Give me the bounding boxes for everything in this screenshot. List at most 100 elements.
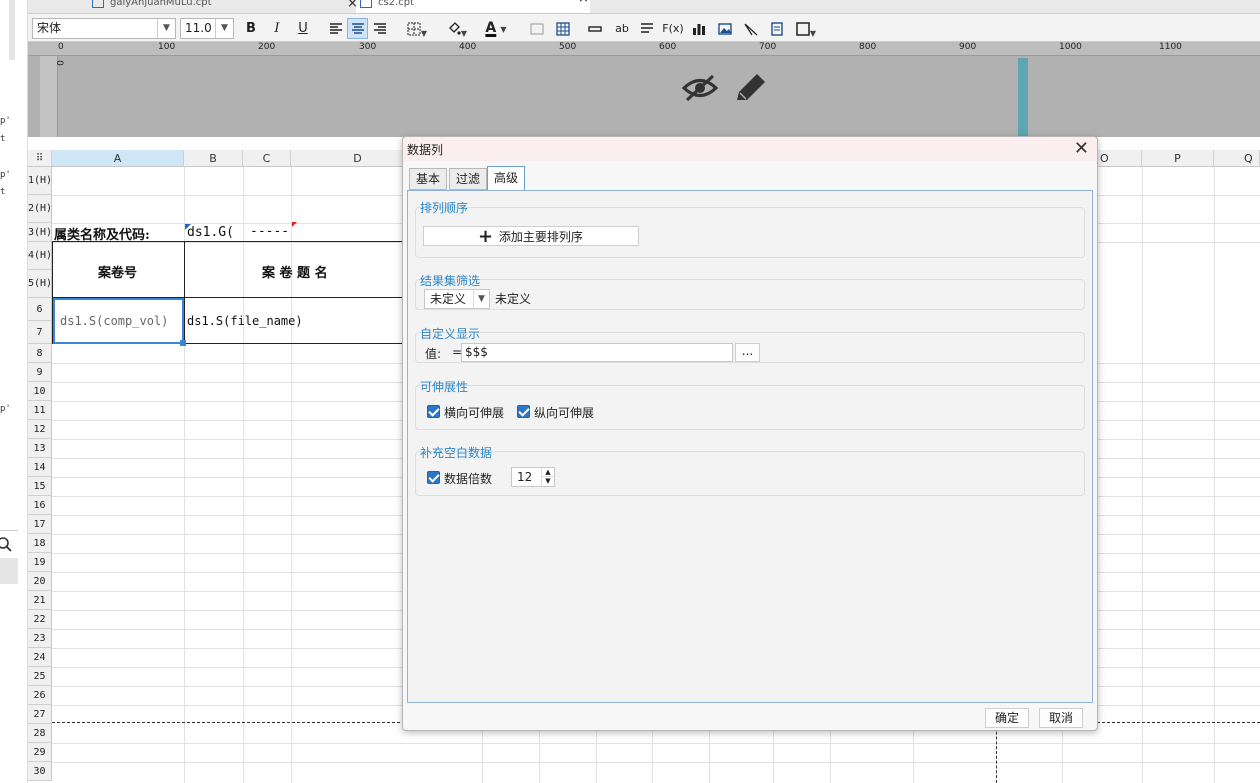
search-icon[interactable] [0,537,13,553]
vertical-expand-checkbox[interactable] [517,405,530,418]
add-primary-sort-button[interactable]: + 添加主要排列序 [423,226,639,246]
column-header-q[interactable]: Q [1214,150,1260,167]
cell-c3[interactable]: ----- [250,224,289,239]
ruler-mark: 900 [959,42,977,52]
row-header[interactable]: 1(H) [28,167,52,195]
font-color-icon[interactable]: A ▼ [480,18,512,39]
result-filter-select[interactable]: 未定义 ▼ [424,289,490,309]
fill-color-icon[interactable]: ▼ [442,18,472,39]
row-header[interactable]: 29 [28,743,52,762]
file-tab-active[interactable]: cs2.cpt × [356,0,590,13]
cell-a6[interactable]: ds1.S(comp_vol) [60,314,168,328]
row-header[interactable]: 9 [28,363,52,382]
row-header[interactable]: 10 [28,382,52,401]
tab-filter[interactable]: 过滤 [449,168,488,190]
table-icon[interactable] [554,18,572,39]
row-header[interactable]: 7 [28,321,52,344]
file-tab[interactable]: gaiyAnjuanMuLu.cpt [88,0,358,13]
eye-off-icon[interactable] [682,73,718,103]
stepper-up-icon[interactable]: ▲ [541,468,554,477]
text-icon[interactable]: ab [612,18,632,39]
stepper-down-icon[interactable]: ▼ [541,477,554,486]
row-header[interactable]: 21 [28,591,52,610]
row-header[interactable]: 8 [28,344,52,363]
column-header-b[interactable]: B [184,150,243,167]
row-header[interactable]: 28 [28,724,52,743]
italic-button[interactable]: I [268,18,286,39]
dialog-titlebar[interactable]: 数据列 ✕ [403,137,1097,161]
left-scrollbar[interactable] [9,0,15,60]
row-header[interactable]: 27 [28,705,52,724]
align-left-icon[interactable] [326,18,346,39]
slash-icon[interactable] [742,18,760,39]
chevron-down-icon[interactable]: ▼ [215,19,233,38]
data-multiple-checkbox[interactable] [427,471,440,484]
column-header-a[interactable]: A [52,150,184,167]
row-header[interactable]: 11 [28,401,52,420]
tab-basic[interactable]: 基本 [409,168,448,190]
custom-display-value-field[interactable]: $$$ [461,343,733,362]
cell-b3[interactable]: ds1.G( [187,225,234,240]
row-header[interactable]: 17 [28,515,52,534]
report-header-area[interactable]: 0 [28,56,1260,137]
horizontal-expand-checkbox[interactable] [427,405,440,418]
row-header[interactable]: 24 [28,648,52,667]
link-icon[interactable] [586,18,604,39]
font-family-select[interactable]: 宋体 ▼ [32,18,176,39]
report-file-icon [92,0,104,8]
align-right-icon[interactable] [370,18,390,39]
merge-icon[interactable] [528,18,546,39]
underline-button[interactable]: U [294,18,312,39]
close-tab-icon[interactable]: × [347,0,358,11]
row-header[interactable]: 13 [28,439,52,458]
close-icon[interactable]: ✕ [1074,138,1089,159]
left-fragment: t [0,187,6,197]
cell-b4[interactable]: 案 卷 题 名 [262,262,328,281]
bold-button[interactable]: B [242,18,260,39]
row-header[interactable]: 19 [28,553,52,572]
row-header[interactable]: 3(H) [28,223,52,242]
row-header[interactable]: 22 [28,610,52,629]
ok-button[interactable]: 确定 [985,708,1029,728]
close-tab-icon[interactable]: × [578,0,589,5]
column-header-p[interactable]: P [1142,150,1214,167]
chart-icon[interactable] [690,18,708,39]
row-header[interactable]: 4(H) [28,242,52,270]
border-icon[interactable]: ▼ [402,18,432,39]
cell-b6[interactable]: ds1.S(file_name) [187,314,303,328]
formula-icon[interactable]: F(x) [662,18,684,39]
font-size-select[interactable]: 11.0 ▼ [180,18,234,39]
row-header[interactable]: 23 [28,629,52,648]
wrap-icon[interactable] [638,18,656,39]
row-header[interactable]: 16 [28,496,52,515]
frame-icon[interactable] [768,18,786,39]
border-style-icon[interactable]: ▼ [792,18,820,39]
row-header[interactable]: 18 [28,534,52,553]
browse-button[interactable]: ... [735,343,760,362]
image-icon[interactable] [716,18,734,39]
row-header[interactable]: 30 [28,762,52,781]
row-header[interactable]: 26 [28,686,52,705]
select-all-corner[interactable]: ⠿ [28,150,52,167]
cancel-button[interactable]: 取消 [1039,708,1083,728]
column-header-c[interactable]: C [243,150,291,167]
row-header[interactable]: 20 [28,572,52,591]
left-search-box[interactable] [0,530,18,558]
row-header[interactable]: 2(H) [28,195,52,223]
row-header[interactable]: 12 [28,420,52,439]
row-header[interactable]: 15 [28,477,52,496]
cell-a3[interactable]: 属类名称及代码: [54,224,150,243]
row-header[interactable]: 25 [28,667,52,686]
pencil-icon[interactable] [733,72,767,104]
row-header[interactable]: 6 [28,298,52,321]
cell-a4[interactable]: 案卷号 [98,262,137,281]
chevron-down-icon[interactable]: ▼ [473,290,489,308]
tab-advanced[interactable]: 高级 [487,166,526,191]
chevron-down-icon[interactable]: ▼ [157,19,175,38]
row-header[interactable]: 5(H) [28,270,52,298]
data-multiple-stepper[interactable]: 12 ▲ ▼ [511,467,555,487]
font-size-value: 11.0 [185,21,212,35]
align-center-icon[interactable] [347,18,368,39]
row-header[interactable]: 14 [28,458,52,477]
fill-handle[interactable] [180,340,186,346]
